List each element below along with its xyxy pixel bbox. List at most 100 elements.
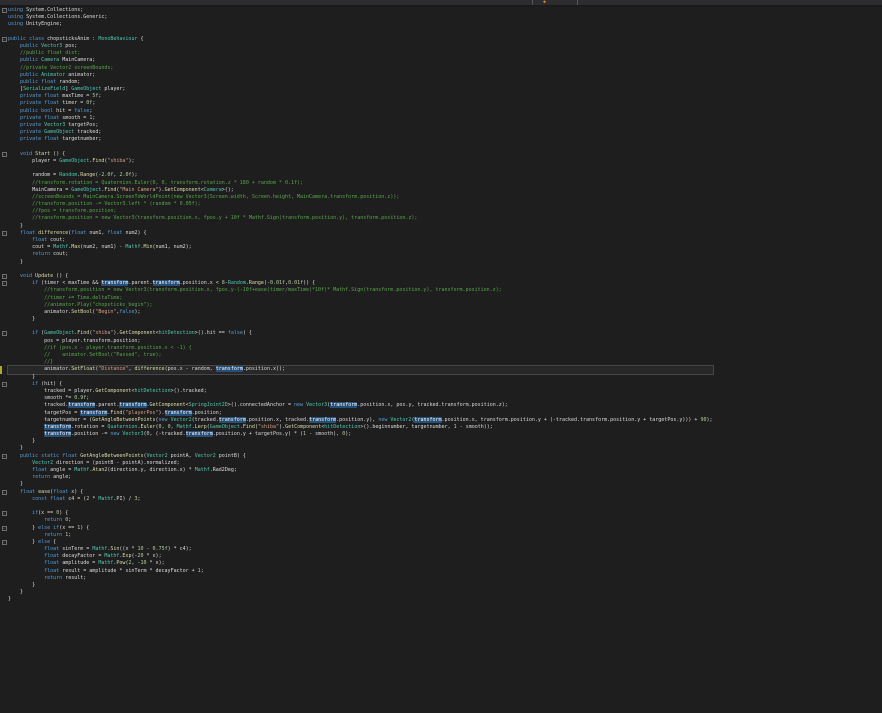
code-line[interactable]: float sinTerm = Mathf.Sin((x * 10 - 0.75… xyxy=(8,546,713,553)
code-line[interactable]: using UnityEngine; xyxy=(8,21,713,28)
code-line[interactable]: float amplitude = Mathf.Pow(2, -10 * x); xyxy=(8,560,713,567)
collapse-icon[interactable]: − xyxy=(2,151,7,157)
code-line[interactable]: pos = player.transform.position; xyxy=(8,338,713,345)
code-line[interactable]: } else {− xyxy=(2,539,713,546)
code-line[interactable]: smooth *= 0.9f; xyxy=(8,395,713,402)
code-line[interactable]: //transform.position = new Vector3(trans… xyxy=(8,215,713,222)
code-line[interactable]: private float smooth = 1; xyxy=(8,115,713,122)
code-line[interactable]: //timer += Time.deltaTime; xyxy=(8,295,713,302)
code-line[interactable]: if (timer < maxTime && transform.parent.… xyxy=(2,280,713,287)
code-line[interactable]: ​ xyxy=(8,165,713,172)
collapse-icon[interactable]: − xyxy=(2,525,7,531)
code-line[interactable]: } xyxy=(8,374,713,381)
change-indicator xyxy=(0,366,2,374)
code-line[interactable]: //animator.Play("chopsticks_begin"); xyxy=(8,302,713,309)
editor-gutter xyxy=(0,7,8,713)
code-line[interactable]: return result; xyxy=(8,575,713,582)
code-line[interactable]: float decayFactor = Mathf.Exp(-20 * x); xyxy=(8,553,713,560)
code-line[interactable]: } xyxy=(8,589,713,596)
code-line[interactable]: targetnumber = (GetAngleBetweenPoints(ne… xyxy=(8,416,713,424)
code-line[interactable]: //fpos = transform.position; xyxy=(8,208,713,215)
code-line[interactable]: public Animator animator; xyxy=(8,72,713,79)
code-line[interactable]: using System.Collections; − xyxy=(2,7,713,14)
code-line[interactable]: } xyxy=(8,445,713,452)
code-line[interactable]: } xyxy=(8,223,713,230)
code-line[interactable]: //public float dist; xyxy=(8,50,713,57)
code-line[interactable]: } else if(x == 1) {− xyxy=(2,525,713,532)
collapse-icon[interactable]: − xyxy=(2,230,7,236)
code-line[interactable]: private GameObject tracked; xyxy=(8,129,713,136)
code-line[interactable]: animator.SetBool("Begin",false); xyxy=(8,309,713,316)
code-line[interactable]: private float timer = 0f; xyxy=(8,100,713,107)
code-line[interactable]: return angle; xyxy=(8,474,713,481)
collapse-icon[interactable]: − xyxy=(2,511,7,517)
code-line[interactable]: //if (pos.x - player.transform.position.… xyxy=(8,345,713,352)
code-line[interactable]: } xyxy=(8,481,713,488)
code-line[interactable]: float ease(float x) {− xyxy=(2,489,713,496)
code-line[interactable]: ​ xyxy=(8,323,713,330)
code-line[interactable]: ​ xyxy=(8,144,713,151)
code-line[interactable]: // animator.SetBool("Passed", true); xyxy=(8,352,713,359)
code-line[interactable]: return cout; xyxy=(8,251,713,258)
code-line[interactable]: cout = Mathf.Max(num2, num1) - Mathf.Min… xyxy=(8,244,713,251)
code-lines[interactable]: using System.Collections; − using System.C… xyxy=(0,7,714,604)
code-line[interactable]: MainCamera = GameObject.Find("Main Camer… xyxy=(8,187,713,194)
code-line[interactable]: //screenBounds = MainCamera.ScreenToWorl… xyxy=(8,194,713,201)
code-line[interactable]: } xyxy=(8,596,713,603)
code-line[interactable]: private float targetnumber; xyxy=(8,136,713,143)
code-line[interactable]: public float random; xyxy=(8,79,713,86)
code-line[interactable]: random = Random.Range(-2.0f, 2.0f); xyxy=(8,172,713,179)
code-line[interactable]: public Vector3 pos; xyxy=(8,43,713,50)
code-line[interactable]: //transform.position = new Vector3(trans… xyxy=(8,287,713,294)
code-line[interactable]: [SerializeField] GameObject player; xyxy=(8,86,713,93)
collapse-icon[interactable]: − xyxy=(2,273,7,279)
collapse-icon[interactable]: − xyxy=(2,36,7,42)
collapse-icon[interactable]: − xyxy=(2,489,7,495)
code-line[interactable]: //transform.position -= Vector3.left * (… xyxy=(8,201,713,208)
code-line[interactable]: animator.SetFloat("Distance", difference… xyxy=(0,365,714,375)
collapse-icon[interactable]: − xyxy=(2,8,7,13)
code-line[interactable]: const float c4 = (2 * Mathf.PI) / 3; xyxy=(8,496,713,503)
collapse-icon[interactable]: − xyxy=(2,281,7,287)
code-line[interactable]: public bool hit = false; xyxy=(8,108,713,115)
code-line[interactable]: float cout; xyxy=(8,237,713,244)
code-line[interactable]: ​ xyxy=(8,266,713,273)
code-line[interactable]: return 1; xyxy=(8,532,713,539)
code-line[interactable]: float difference(float num1, float num2)… xyxy=(2,230,713,237)
collapse-icon[interactable]: − xyxy=(2,539,7,545)
collapse-icon[interactable]: − xyxy=(2,381,7,387)
code-line[interactable]: } xyxy=(8,438,713,445)
code-line[interactable]: if(x == 0) {− xyxy=(2,510,713,517)
code-line[interactable]: void Update () {− xyxy=(2,273,713,280)
code-line[interactable]: } xyxy=(8,259,713,266)
code-line[interactable]: if (hit) {− xyxy=(2,381,713,388)
code-line[interactable]: ​ xyxy=(8,503,713,510)
code-line[interactable]: public class chopsticksAnim : MonoBehavi… xyxy=(2,36,713,43)
code-line[interactable]: ​ xyxy=(8,29,713,36)
code-line[interactable]: using System.Collections.Generic; xyxy=(8,14,713,21)
code-line[interactable]: public Camera MainCamera; xyxy=(8,57,713,64)
code-line[interactable]: if (GameObject.Find("shiba").GetComponen… xyxy=(2,330,713,337)
code-line[interactable]: transform.rotation = Quaternion.Euler(0,… xyxy=(8,423,713,431)
code-line[interactable]: } xyxy=(8,582,713,589)
code-line[interactable]: targetPos = transform.Find("playerPos").… xyxy=(8,409,713,417)
code-editor[interactable]: using System.Collections; − using System.C… xyxy=(0,7,882,713)
code-line[interactable]: public static float GetAngleBetweenPoint… xyxy=(2,453,713,460)
code-line[interactable]: } xyxy=(8,316,713,323)
code-line[interactable]: float angle = Mathf.Atan2(direction.y, d… xyxy=(8,467,713,474)
code-line[interactable]: //private Vector2 screenBounds; xyxy=(8,65,713,72)
code-line[interactable]: //} xyxy=(8,359,713,366)
code-line[interactable]: Vector2 direction = (pointB - pointA).no… xyxy=(8,460,713,467)
code-line[interactable]: transform.position -= new Vector3(0, (-t… xyxy=(8,431,713,438)
code-line[interactable]: return 0; xyxy=(8,517,713,524)
code-line[interactable]: void Start () {− xyxy=(2,151,713,158)
code-line[interactable]: tracked.transform.parent.transform.GetCo… xyxy=(8,402,713,409)
collapse-icon[interactable]: − xyxy=(2,453,7,459)
code-line[interactable]: private float maxTime = 5f; xyxy=(8,93,713,100)
code-line[interactable]: //transform.rotation = Quaternion.Euler(… xyxy=(8,180,713,187)
code-line[interactable]: tracked = player.GetComponent<hitDetecti… xyxy=(8,388,713,395)
code-line[interactable]: private Vector3 targetPos; xyxy=(8,122,713,129)
collapse-icon[interactable]: − xyxy=(2,331,7,337)
code-line[interactable]: float result = amplitude * sinTerm * dec… xyxy=(8,568,713,575)
code-line[interactable]: player = GameObject.Find("shiba"); xyxy=(8,158,713,165)
